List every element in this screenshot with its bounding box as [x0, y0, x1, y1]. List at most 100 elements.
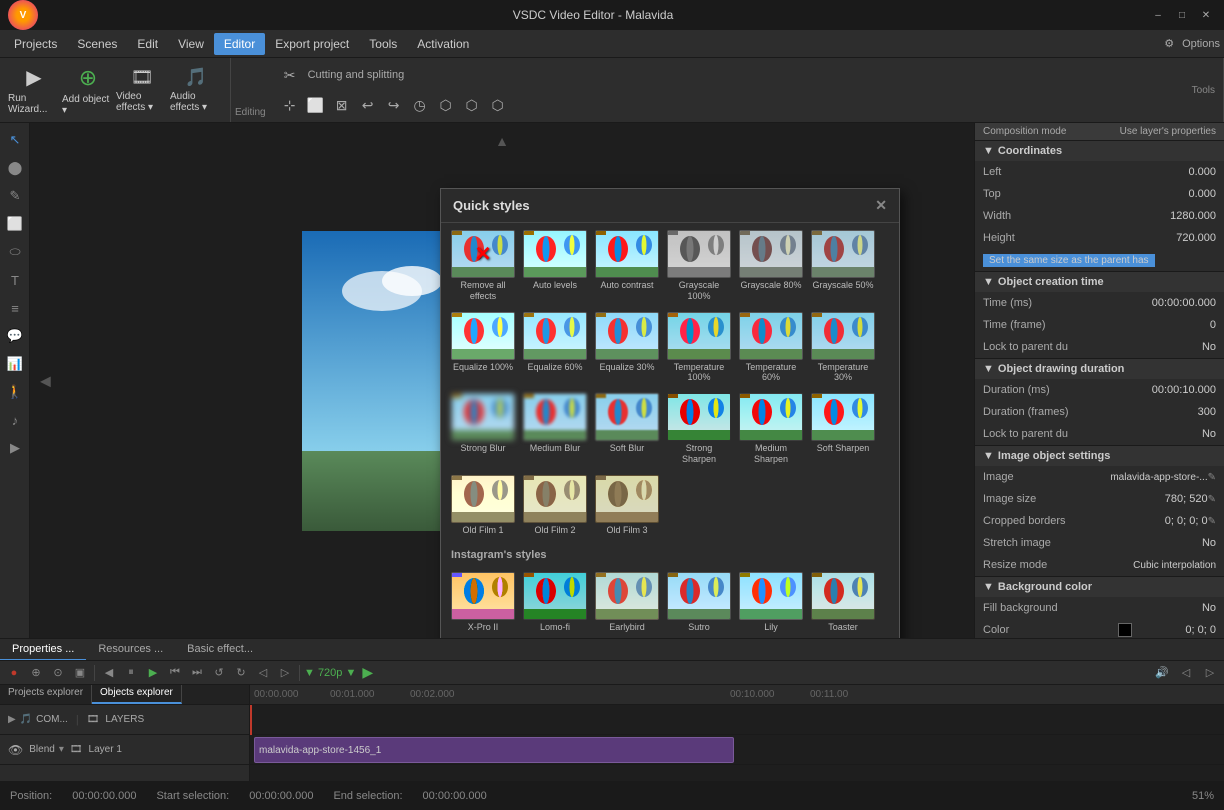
qs-item-temp-100[interactable]: Temperature 100% — [665, 309, 733, 387]
cropped-edit-icon[interactable]: ✎ — [1208, 516, 1216, 527]
tl-zoom-out[interactable]: ◁ — [253, 664, 273, 682]
qs-item-auto-levels[interactable]: Auto levels — [521, 227, 589, 305]
same-size-button[interactable]: Set the same size as the parent has — [983, 254, 1155, 267]
lp-ellipse[interactable]: ⬭ — [2, 239, 28, 265]
lp-text[interactable]: T — [2, 267, 28, 293]
stretch-value[interactable]: No — [1136, 537, 1216, 549]
tl-add[interactable]: ⊕ — [26, 664, 46, 682]
color-value[interactable]: 0; 0; 0 — [1136, 624, 1216, 636]
track-visibility[interactable]: 👁 — [8, 743, 23, 757]
qs-item-medium-blur[interactable]: Medium Blur — [521, 390, 589, 468]
lock-parent-value[interactable]: No — [1136, 341, 1216, 353]
qs-item-toaster[interactable]: Toaster — [809, 569, 877, 636]
qs-item-grayscale-50[interactable]: Grayscale 50% — [809, 227, 877, 305]
canvas-scroll-up[interactable]: ▲ — [495, 133, 509, 149]
track-clip-main[interactable]: malavida-app-store-1456_1 — [254, 737, 734, 763]
lp-pointer[interactable]: ↖ — [2, 127, 28, 153]
qs-item-old-film-2[interactable]: Old Film 2 — [521, 472, 589, 539]
qs-item-equalize-30[interactable]: Equalize 30% — [593, 309, 661, 387]
lock-parent2-value[interactable]: No — [1136, 428, 1216, 440]
tl-vol-up[interactable]: ▷ — [1200, 664, 1220, 682]
tool-8[interactable]: ⬡ — [460, 93, 484, 117]
tab-properties[interactable]: Properties ... — [0, 639, 86, 661]
color-swatch[interactable] — [1118, 623, 1132, 637]
video-effects-button[interactable]: 🎞 Video effects ▾ — [116, 62, 168, 118]
minimize-button[interactable]: – — [1148, 5, 1168, 25]
menu-edit[interactable]: Edit — [127, 33, 168, 55]
tl-redo[interactable]: ↻ — [231, 664, 251, 682]
tool-6[interactable]: ◷ — [408, 93, 432, 117]
image-edit-icon[interactable]: ✎ — [1208, 472, 1216, 483]
image-settings-header[interactable]: ▼ Image object settings — [975, 446, 1224, 466]
qs-item-sutro[interactable]: Sutro — [665, 569, 733, 636]
menu-projects[interactable]: Projects — [4, 33, 67, 55]
qs-item-soft-sharpen[interactable]: Soft Sharpen — [809, 390, 877, 468]
tl-prev-kf[interactable]: ⏮ — [165, 664, 185, 682]
options-label[interactable]: Options — [1182, 38, 1220, 50]
canvas-scroll-left[interactable]: ◀ — [40, 372, 51, 389]
qs-item-temp-30[interactable]: Temperature 30% — [809, 309, 877, 387]
creation-time-header[interactable]: ▼ Object creation time — [975, 272, 1224, 292]
lp-move[interactable]: ⬤ — [2, 155, 28, 181]
qs-item-lomo-fi[interactable]: Lomo-fi — [521, 569, 589, 636]
tool-5[interactable]: ↪ — [382, 93, 406, 117]
tool-7[interactable]: ⬡ — [434, 93, 458, 117]
time-ms-value[interactable]: 00:00:00.000 — [1136, 297, 1216, 309]
qs-item-x-pro-ii[interactable]: X-Pro II — [449, 569, 517, 636]
lp-speech[interactable]: 💬 — [2, 323, 28, 349]
tl-speaker[interactable]: 🔊 — [1152, 664, 1172, 682]
tool-9[interactable]: ⬡ — [486, 93, 510, 117]
image-value[interactable]: malavida-app-store-... — [1110, 472, 1207, 483]
qs-item-soft-blur[interactable]: Soft Blur — [593, 390, 661, 468]
objects-explorer-tab[interactable]: Objects explorer — [92, 685, 182, 704]
lp-pencil[interactable]: ✎ — [2, 183, 28, 209]
tl-vol-down[interactable]: ◁ — [1176, 664, 1196, 682]
menu-scenes[interactable]: Scenes — [67, 33, 127, 55]
qs-item-medium-sharpen[interactable]: Medium Sharpen — [737, 390, 805, 468]
menu-export[interactable]: Export project — [265, 33, 359, 55]
qs-item-strong-sharpen[interactable]: Strong Sharpen — [665, 390, 733, 468]
lp-video[interactable]: ▶ — [2, 435, 28, 461]
maximize-button[interactable]: □ — [1172, 5, 1192, 25]
tl-pause[interactable]: ⏸ — [121, 664, 141, 682]
tl-next-kf[interactable]: ⏭ — [187, 664, 207, 682]
tl-expand[interactable]: ▶ — [8, 714, 16, 725]
qs-item-grayscale-100[interactable]: Grayscale 100% — [665, 227, 733, 305]
tool-3[interactable]: ⊠ — [330, 93, 354, 117]
qs-item-equalize-60[interactable]: Equalize 60% — [521, 309, 589, 387]
coordinates-header[interactable]: ▼ Coordinates — [975, 141, 1224, 161]
tool-2[interactable]: ⬜ — [304, 93, 328, 117]
menu-tools[interactable]: Tools — [359, 33, 407, 55]
coord-height-value[interactable]: 720.000 — [1136, 232, 1216, 244]
drawing-duration-header[interactable]: ▼ Object drawing duration — [975, 359, 1224, 379]
tl-lock[interactable]: ⊙ — [48, 664, 68, 682]
cropped-value[interactable]: 0; 0; 0; 0 — [1128, 515, 1208, 527]
close-button[interactable]: ✕ — [1196, 5, 1216, 25]
tab-basic-effect[interactable]: Basic effect... — [175, 639, 265, 661]
tl-play[interactable]: ▶ — [143, 664, 163, 682]
coord-top-value[interactable]: 0.000 — [1136, 188, 1216, 200]
coord-width-value[interactable]: 1280.000 — [1136, 210, 1216, 222]
lp-rect[interactable]: ⬜ — [2, 211, 28, 237]
tool-cut[interactable]: ✂ — [278, 63, 302, 87]
lp-music[interactable]: ♪ — [2, 407, 28, 433]
qs-item-equalize-100[interactable]: Equalize 100% — [449, 309, 517, 387]
quick-styles-scroll[interactable]: Remove all effects Auto levels — [441, 223, 899, 638]
projects-explorer-tab[interactable]: Projects explorer — [0, 685, 92, 704]
resize-mode-value[interactable]: Cubic interpolation — [1133, 560, 1216, 571]
coord-left-value[interactable]: 0.000 — [1136, 166, 1216, 178]
qs-item-strong-blur[interactable]: Strong Blur — [449, 390, 517, 468]
qs-item-remove-all[interactable]: Remove all effects — [449, 227, 517, 305]
qs-item-auto-contrast[interactable]: Auto contrast — [593, 227, 661, 305]
playhead[interactable] — [250, 705, 252, 735]
tl-step-back[interactable]: ◀ — [99, 664, 119, 682]
settings-icon[interactable]: ⚙ — [1164, 37, 1174, 50]
lp-figure[interactable]: 🚶 — [2, 379, 28, 405]
tl-grid[interactable]: ▣ — [70, 664, 90, 682]
qs-item-temp-60[interactable]: Temperature 60% — [737, 309, 805, 387]
tl-record[interactable]: ● — [4, 664, 24, 682]
image-size-icon[interactable]: ✎ — [1208, 494, 1216, 505]
tl-zoom-in[interactable]: ▷ — [275, 664, 295, 682]
add-object-button[interactable]: ⊕ Add object ▾ — [62, 62, 114, 118]
run-wizard-button[interactable]: ▶ Run Wizard... — [8, 62, 60, 118]
